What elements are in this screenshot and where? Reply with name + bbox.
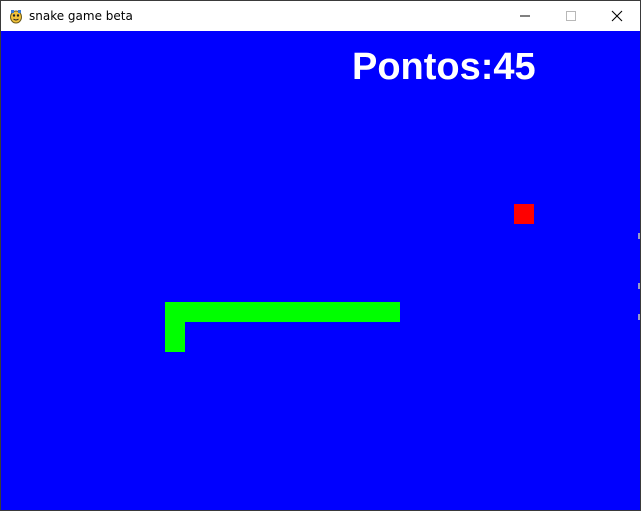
minimize-icon (520, 15, 530, 17)
window-controls (502, 1, 640, 31)
snake-body-horizontal (165, 302, 400, 322)
close-icon (611, 10, 623, 22)
score-label: Pontos:45 (352, 46, 536, 88)
snake-body-vertical (165, 302, 185, 352)
edge-mark (638, 233, 640, 239)
minimize-button[interactable] (502, 1, 548, 31)
edge-mark (638, 314, 640, 320)
pygame-snake-icon (8, 8, 24, 24)
window-title: snake game beta (29, 9, 133, 23)
edge-mark (638, 283, 640, 289)
game-window: snake game beta Pontos:45 (0, 0, 641, 511)
title-bar[interactable]: snake game beta (1, 1, 640, 31)
food-apple (514, 204, 534, 224)
close-button[interactable] (594, 1, 640, 31)
maximize-icon (566, 11, 576, 21)
game-canvas[interactable]: Pontos:45 (1, 31, 640, 510)
maximize-button[interactable] (548, 1, 594, 31)
